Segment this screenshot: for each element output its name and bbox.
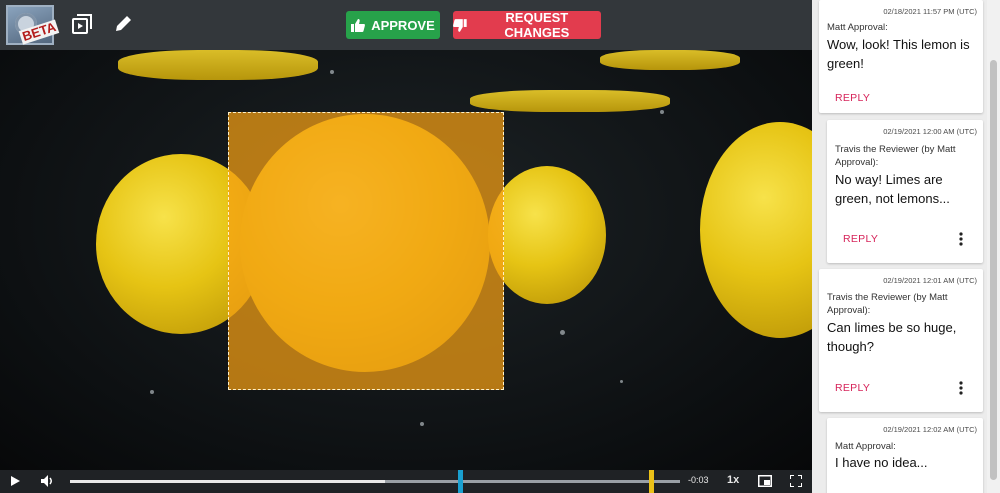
- comment-card: 02/19/2021 12:00 AM (UTC) Travis the Rev…: [827, 120, 983, 263]
- bubble: [150, 390, 154, 394]
- comments-sidebar: 02/18/2021 11:57 PM (UTC) Matt Approval:…: [812, 0, 987, 493]
- bubble: [620, 380, 623, 383]
- request-changes-label: REQUEST CHANGES: [504, 10, 570, 40]
- app-logo[interactable]: BETA: [6, 5, 60, 45]
- comment-author: Matt Approval:: [827, 22, 888, 33]
- reply-button[interactable]: REPLY: [835, 92, 870, 104]
- lemon-right: [488, 166, 606, 304]
- annotation-rectangle[interactable]: [228, 112, 504, 390]
- video-playlist-icon[interactable]: [72, 14, 92, 34]
- lemon-far-right: [700, 122, 812, 338]
- volume-icon[interactable]: [40, 474, 54, 488]
- comment-text: Wow, look! This lemon is green!: [827, 37, 970, 71]
- comment-text: I have no idea...: [835, 455, 928, 470]
- bubble: [420, 422, 424, 426]
- progress-bar[interactable]: [70, 470, 680, 493]
- video-frame[interactable]: [0, 50, 812, 470]
- review-app: BETA APPROVE REQUEST CHANGES -0:03 1x 02…: [0, 0, 1000, 493]
- bubble: [560, 330, 565, 335]
- comment-author: Travis the Reviewer (by Matt Approval):: [827, 292, 948, 316]
- sidebar-scrollbar[interactable]: [987, 0, 1000, 493]
- player-controls: -0:03 1x: [0, 470, 812, 493]
- play-icon[interactable]: [9, 475, 21, 487]
- comment-card: 02/18/2021 11:57 PM (UTC) Matt Approval:…: [819, 0, 983, 113]
- progress-fill: [70, 480, 386, 483]
- scrollbar-thumb[interactable]: [990, 60, 997, 480]
- request-changes-button[interactable]: REQUEST CHANGES: [453, 10, 601, 40]
- comment-card: 02/19/2021 12:02 AM (UTC) Matt Approval:…: [827, 418, 983, 493]
- more-options-icon[interactable]: [959, 381, 963, 395]
- bubble: [660, 110, 664, 114]
- thumbs-up-icon: [351, 18, 366, 32]
- fullscreen-icon[interactable]: [790, 475, 802, 487]
- range-start-marker[interactable]: [458, 470, 463, 493]
- comment-timestamp: 02/18/2021 11:57 PM (UTC): [883, 7, 977, 16]
- top-toolbar: BETA APPROVE REQUEST CHANGES: [0, 0, 812, 50]
- lemon-slice-top-right: [470, 90, 670, 112]
- approve-label: APPROVE: [371, 17, 435, 33]
- comment-card: 02/19/2021 12:01 AM (UTC) Travis the Rev…: [819, 269, 983, 412]
- comment-author: Matt Approval:: [835, 441, 896, 452]
- picture-in-picture-icon[interactable]: [758, 475, 772, 487]
- playback-speed-button[interactable]: 1x: [727, 474, 739, 486]
- time-remaining: -0:03: [688, 475, 709, 485]
- approve-button[interactable]: APPROVE: [346, 11, 440, 39]
- comment-text: No way! Limes are green, not lemons...: [835, 172, 950, 206]
- thumbs-down-icon: [453, 18, 467, 32]
- bubble: [330, 70, 334, 74]
- range-end-marker[interactable]: [649, 470, 654, 493]
- comment-timestamp: 02/19/2021 12:02 AM (UTC): [883, 425, 977, 434]
- pencil-icon[interactable]: [113, 14, 133, 34]
- reply-button[interactable]: REPLY: [835, 382, 870, 394]
- lemon-slice-top-far-right: [600, 50, 740, 70]
- comment-timestamp: 02/19/2021 12:00 AM (UTC): [883, 127, 977, 136]
- lemon-slice-top-left: [118, 50, 318, 80]
- comment-author: Travis the Reviewer (by Matt Approval):: [835, 144, 956, 168]
- comment-timestamp: 02/19/2021 12:01 AM (UTC): [883, 276, 977, 285]
- comment-text: Can limes be so huge, though?: [827, 320, 957, 354]
- reply-button[interactable]: REPLY: [843, 233, 878, 245]
- more-options-icon[interactable]: [959, 232, 963, 246]
